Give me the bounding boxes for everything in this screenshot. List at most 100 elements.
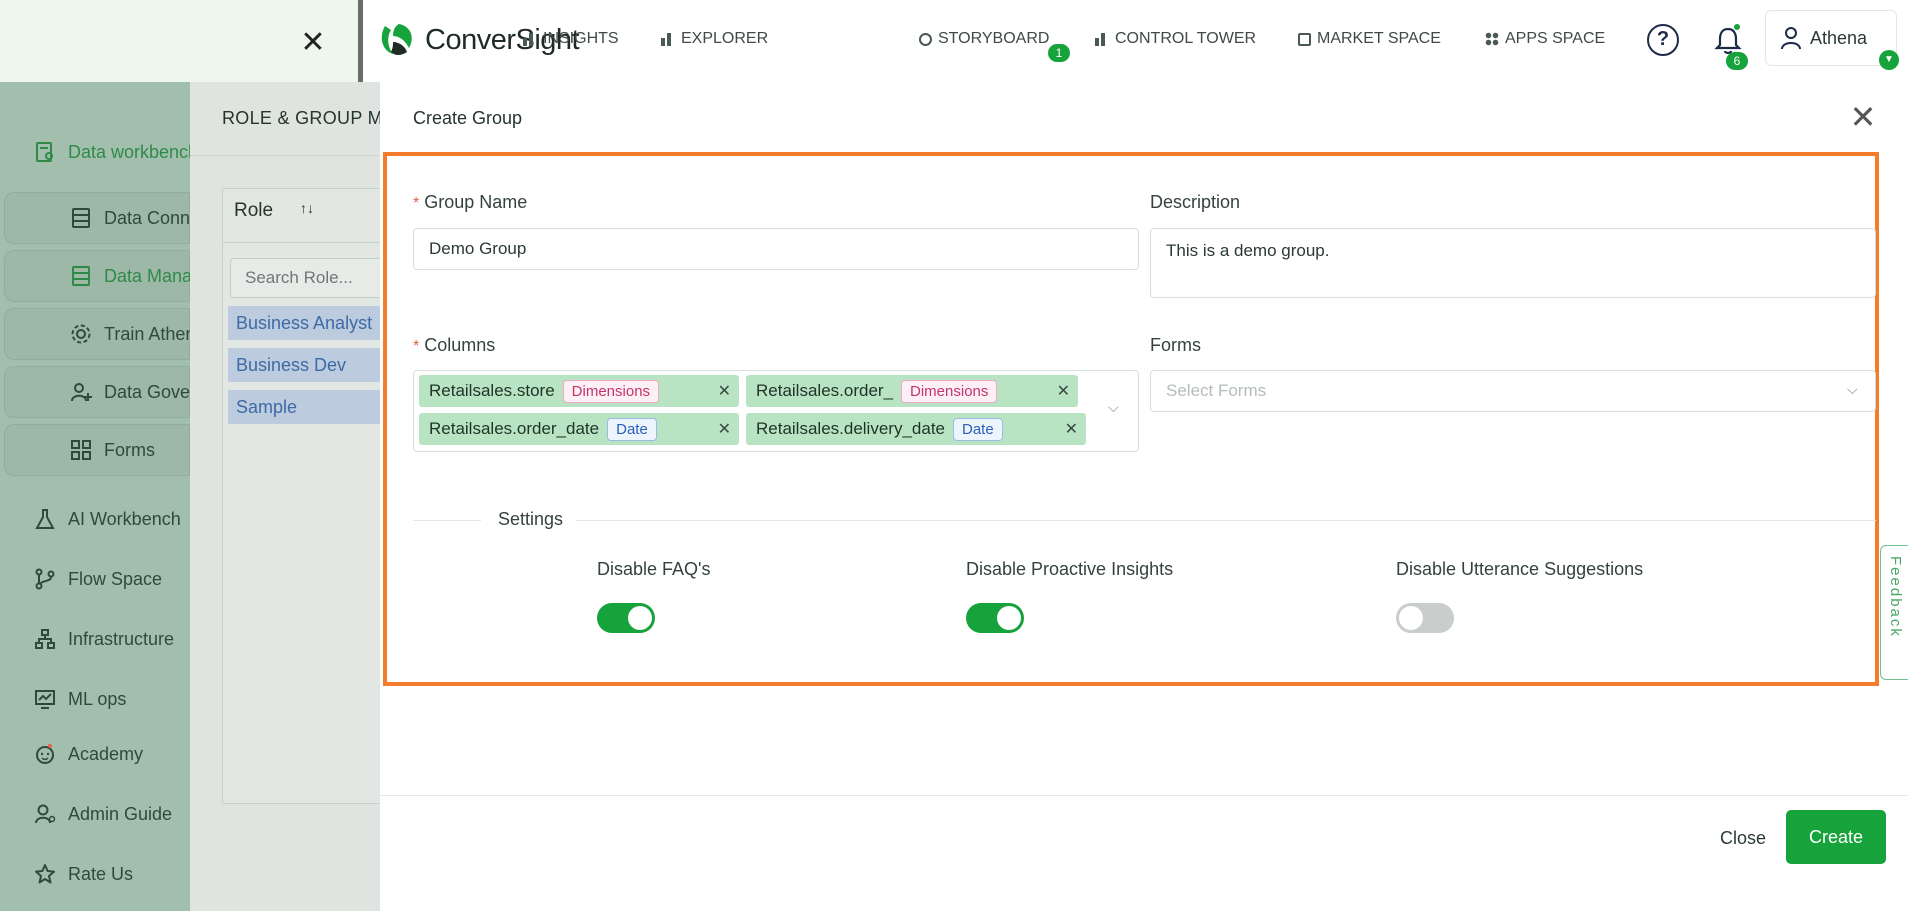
- description-label: Description: [1150, 192, 1241, 212]
- feedback-tab[interactable]: Feedback: [1880, 545, 1908, 680]
- remove-chip-icon[interactable]: ✕: [1057, 381, 1070, 401]
- remove-chip-icon[interactable]: ✕: [718, 419, 731, 439]
- column-chip: Retailsales.order_date Date ✕: [419, 413, 739, 445]
- divider: [413, 520, 481, 521]
- star-icon: [35, 864, 55, 884]
- apps-space-icon: [1485, 32, 1499, 46]
- create-button[interactable]: Create: [1786, 810, 1886, 864]
- sidebar-item-data-governance[interactable]: Data Governance: [4, 366, 190, 418]
- nav-storyboard-label: STORYBOARD: [938, 30, 1050, 47]
- data-workbench-icon: [36, 142, 53, 162]
- chevron-down-icon[interactable]: ⌵: [1847, 381, 1858, 398]
- divider: [576, 520, 1876, 521]
- user-name: Athena: [1810, 27, 1868, 48]
- role-column-header: Role: [234, 200, 274, 221]
- required-marker: *: [413, 195, 420, 212]
- nav-apps-space[interactable]: APPS SPACE: [1485, 30, 1605, 48]
- disable-faqs-toggle[interactable]: [597, 603, 655, 633]
- sidebar-item-flow-space[interactable]: Flow Space: [0, 554, 190, 604]
- forms-select[interactable]: Select Forms: [1150, 370, 1876, 412]
- sidebar-item-label: Admin Guide: [68, 803, 173, 824]
- close-button[interactable]: Close: [1708, 812, 1778, 864]
- sidebar-item-forms[interactable]: Forms: [4, 424, 190, 476]
- storyboard-badge: 1: [1048, 44, 1070, 62]
- sidebar-item-data-workbench[interactable]: Data workbench: [0, 127, 190, 177]
- role-group-panel: ROLE & GROUP MANAGEMENT Role ↑↓ Business…: [190, 82, 380, 911]
- columns-label: * Columns: [413, 335, 495, 356]
- column-chip: Retailsales.order_ Dimensions ✕: [746, 375, 1078, 407]
- sidebar-item-label: Rate Us: [68, 863, 134, 884]
- disable-utterance-suggestions-toggle[interactable]: [1396, 603, 1454, 633]
- sidebar-item-data-connections[interactable]: Data Connections: [4, 192, 190, 244]
- disable-utterance-suggestions-label: Disable Utterance Suggestions: [1396, 559, 1644, 579]
- role-row-business-dev[interactable]: Business Dev: [228, 348, 380, 382]
- sidebar-item-label: AI Workbench: [68, 508, 181, 529]
- group-name-label-text: Group Name: [424, 192, 528, 212]
- nav-insights[interactable]: INSIGHTS: [523, 30, 619, 48]
- sidebar-item-label: Data Management: [104, 265, 190, 286]
- sidebar-item-ai-workbench[interactable]: AI Workbench: [0, 494, 190, 544]
- user-icon: [1781, 27, 1801, 50]
- close-icon[interactable]: ✕: [1846, 100, 1880, 134]
- academy-icon: [36, 744, 54, 764]
- sidebar-item-rate-us[interactable]: Rate Us: [0, 849, 190, 899]
- chevron-down-icon[interactable]: ▼: [1879, 50, 1899, 70]
- nav-control-tower[interactable]: CONTROL TOWER: [1095, 30, 1256, 48]
- storyboard-icon: [919, 32, 932, 46]
- nav-market-space-label: MARKET SPACE: [1317, 30, 1441, 47]
- modal-title: Create Group: [413, 108, 523, 128]
- columns-label-text: Columns: [424, 335, 496, 355]
- settings-label: Settings: [498, 509, 564, 529]
- sidebar-item-train-athena[interactable]: Train Athena: [4, 308, 190, 360]
- divider: [380, 795, 1908, 796]
- sidebar-item-data-management[interactable]: Data Management: [4, 250, 190, 302]
- column-type-badge: Dimensions: [901, 379, 998, 403]
- monitor-chart-icon: [35, 690, 55, 709]
- sidebar-item-admin-guide[interactable]: Admin Guide: [0, 789, 190, 839]
- disable-faqs-label: Disable FAQ's: [597, 559, 711, 579]
- sidebar-item-label: Flow Space: [68, 568, 163, 589]
- user-menu[interactable]: Athena: [1765, 10, 1897, 66]
- role-row-business-analyst[interactable]: Business Analyst: [228, 306, 380, 340]
- column-type-badge: Date: [607, 417, 657, 441]
- remove-chip-icon[interactable]: ✕: [718, 381, 731, 401]
- help-icon[interactable]: ?: [1647, 24, 1679, 56]
- disable-proactive-insights-label: Disable Proactive Insights: [966, 559, 1174, 579]
- remove-chip-icon[interactable]: ✕: [1065, 419, 1078, 439]
- group-name-input[interactable]: [413, 228, 1139, 270]
- chevron-down-icon[interactable]: ⌵: [1108, 399, 1119, 416]
- sidebar-item-infrastructure[interactable]: Infrastructure: [0, 614, 190, 664]
- search-role-input[interactable]: [230, 258, 380, 298]
- nav-storyboard[interactable]: STORYBOARD: [919, 30, 1049, 48]
- nav-market-space[interactable]: MARKET SPACE: [1298, 30, 1441, 48]
- sidebar-item-label: Forms: [104, 439, 155, 460]
- columns-multiselect[interactable]: Retailsales.store Dimensions ✕ Retailsal…: [413, 370, 1139, 452]
- database-icon: [72, 266, 90, 286]
- page-title: ROLE & GROUP MANAGEMENT: [222, 108, 380, 128]
- disable-proactive-insights-toggle[interactable]: [966, 603, 1024, 633]
- toggle-knob: [628, 606, 652, 630]
- nav-explorer[interactable]: EXPLORER: [661, 30, 768, 48]
- toggle-knob: [1399, 606, 1423, 630]
- branch-icon: [35, 568, 55, 590]
- divider: [190, 155, 380, 156]
- sidebar-item-ml-ops[interactable]: ML ops: [0, 674, 190, 724]
- top-navbar: ConverSight INSIGHTS EXPLORER STORYBOARD…: [363, 0, 1908, 82]
- sidebar-item-academy[interactable]: Academy: [0, 729, 190, 779]
- required-marker: *: [413, 338, 420, 355]
- user-plus-icon: [71, 383, 92, 402]
- role-row-sample[interactable]: Sample: [228, 390, 380, 424]
- sort-icon[interactable]: ↑↓: [300, 200, 314, 216]
- close-icon[interactable]: ✕: [296, 26, 330, 60]
- sidebar-item-label: Data Governance: [104, 381, 190, 402]
- description-textarea[interactable]: This is a demo group.: [1150, 228, 1876, 298]
- create-group-modal: Create Group ✕ *Group Name Description T…: [380, 82, 1908, 911]
- sidebar: Data workbench Data Connections Data Man…: [0, 82, 190, 911]
- conversight-logo-icon[interactable]: [377, 20, 417, 60]
- bars-icon: [523, 32, 537, 46]
- grid-icon: [71, 440, 91, 460]
- column-chip-name: Retailsales.delivery_date: [756, 419, 945, 438]
- nav-explorer-label: EXPLORER: [681, 30, 769, 47]
- database-icon: [72, 208, 90, 228]
- column-type-badge: Dimensions: [562, 379, 660, 403]
